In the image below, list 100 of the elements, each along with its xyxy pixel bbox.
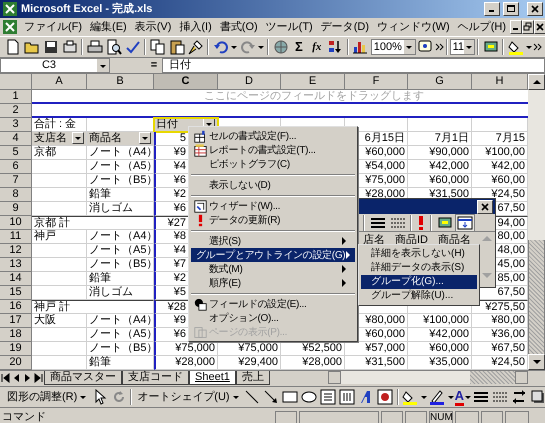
row-header[interactable]: 9 bbox=[0, 202, 32, 216]
cell-text: ¥9 bbox=[174, 146, 186, 159]
field-button[interactable]: 商品名 bbox=[438, 234, 471, 246]
column-header[interactable]: G bbox=[408, 74, 472, 90]
menu-item[interactable]: オプション(O)... bbox=[191, 311, 355, 325]
equals-button[interactable]: = bbox=[150, 58, 158, 73]
function-button[interactable]: fx bbox=[308, 37, 326, 57]
cell-text: ¥60,000 bbox=[365, 146, 405, 159]
cell-text: ¥6 bbox=[174, 174, 186, 187]
cell-text: ¥36,00 bbox=[491, 328, 525, 341]
name-box[interactable]: C3 bbox=[0, 58, 110, 73]
sheet-tab[interactable]: 売上 bbox=[236, 370, 270, 384]
cell-text: ノート（A4） bbox=[89, 314, 158, 327]
menu-item[interactable]: フィールドの設定(E)... bbox=[191, 297, 355, 311]
menu-item[interactable]: グループ化(G)... bbox=[361, 275, 477, 289]
row-header[interactable]: 8 bbox=[0, 188, 32, 202]
column-header[interactable]: C bbox=[154, 74, 218, 90]
cell-text: ¥42,000 bbox=[429, 160, 469, 173]
cell-text: 67,50 bbox=[497, 202, 525, 215]
menu-item[interactable]: 編集(E) bbox=[86, 19, 131, 35]
formula-field[interactable]: 日付 bbox=[162, 58, 545, 73]
row-header[interactable]: 15 bbox=[0, 286, 32, 300]
field-button[interactable]: 店名 bbox=[363, 234, 385, 246]
row-header[interactable]: 7 bbox=[0, 174, 32, 188]
menu-item[interactable]: グループとアウトラインの設定(G) bbox=[191, 248, 355, 262]
row-header[interactable]: 14 bbox=[0, 272, 32, 286]
cell-text: ノート（A5） bbox=[89, 244, 158, 257]
menu-item[interactable]: 選択(S) bbox=[191, 234, 355, 248]
cell-text: 67,50 bbox=[497, 286, 525, 299]
menu-item[interactable]: セルの書式設定(F)... bbox=[191, 129, 355, 143]
cell-text: 7月1日 bbox=[434, 132, 469, 145]
menu-item[interactable]: データの更新(R) bbox=[191, 213, 355, 227]
cell-text: 48,00 bbox=[497, 244, 525, 257]
menu-item[interactable]: ツール(T) bbox=[262, 19, 317, 35]
cell-text: 6月15日 bbox=[364, 132, 405, 145]
row-header[interactable]: 12 bbox=[0, 244, 32, 258]
column-header[interactable]: D bbox=[218, 74, 281, 90]
row-header[interactable]: 20 bbox=[0, 356, 32, 370]
column-header[interactable]: B bbox=[87, 74, 154, 90]
menu-item[interactable]: レポートの書式設定(T)... bbox=[191, 143, 355, 157]
row-header[interactable]: 19 bbox=[0, 342, 32, 356]
menu-item[interactable]: 数式(M) bbox=[191, 262, 355, 276]
sheet-tab[interactable]: Sheet1 bbox=[189, 370, 236, 384]
cell-text: ¥29,400 bbox=[238, 356, 278, 369]
row-header[interactable]: 13 bbox=[0, 258, 32, 272]
autoshapes-button[interactable]: オートシェイプ(U) bbox=[134, 388, 243, 406]
cell-text: ¥24,50 bbox=[491, 356, 525, 369]
menu-item[interactable]: ウィンドウ(W) bbox=[373, 19, 454, 35]
menu-item[interactable]: グループ解除(U)... bbox=[361, 289, 477, 303]
column-header[interactable]: E bbox=[281, 74, 345, 90]
row-header[interactable]: 10 bbox=[0, 216, 32, 230]
cell-text: ¥80,00 bbox=[491, 314, 525, 327]
menu-item[interactable]: 詳細を表示しない(H) bbox=[361, 247, 477, 261]
menu-item[interactable]: 順序(E) bbox=[191, 276, 355, 290]
row-header[interactable]: 1 bbox=[0, 90, 32, 104]
menu-item[interactable]: ピボットグラフ(C) bbox=[191, 157, 355, 171]
column-header[interactable]: A bbox=[32, 74, 87, 90]
menu-item[interactable]: 詳細データの表示(S) bbox=[361, 261, 477, 275]
draw-menu-button[interactable]: 図形の調整(R) bbox=[4, 388, 90, 406]
font-color-button[interactable]: A bbox=[454, 388, 464, 406]
cell-text: ¥90,000 bbox=[429, 146, 469, 159]
column-header[interactable]: F bbox=[345, 74, 408, 90]
menu-item[interactable]: 書式(O) bbox=[216, 19, 262, 35]
cell-text: 大阪 bbox=[34, 314, 56, 327]
column-header[interactable]: H bbox=[472, 74, 528, 90]
cell-text: ¥35,000 bbox=[429, 356, 469, 369]
row-header[interactable]: 5 bbox=[0, 146, 32, 160]
field-button[interactable]: 商品ID bbox=[395, 234, 428, 246]
cell-text: 94,00 bbox=[497, 216, 525, 230]
row-header[interactable]: 6 bbox=[0, 160, 32, 174]
cell-text: ¥60,00 bbox=[491, 174, 525, 187]
num-lock-indicator: NUM bbox=[429, 410, 453, 423]
menu-item[interactable]: 表示しない(D) bbox=[191, 178, 355, 192]
font-size-combo[interactable]: 11 bbox=[450, 39, 475, 55]
row-header[interactable]: 18 bbox=[0, 328, 32, 342]
cell-text: ¥67,50 bbox=[491, 342, 525, 355]
row-header[interactable]: 11 bbox=[0, 230, 32, 244]
cell-text: 京都 計 bbox=[34, 216, 70, 230]
pivot-field-cell[interactable]: 商品名 bbox=[87, 132, 154, 146]
row-header[interactable]: 4 bbox=[0, 132, 32, 146]
row-header[interactable]: 17 bbox=[0, 314, 32, 328]
cell-text: ¥75,000 bbox=[175, 342, 215, 355]
cell-text: 鉛筆 bbox=[89, 272, 111, 285]
autosum-button[interactable]: Σ bbox=[290, 37, 308, 57]
cell-text: ¥54,000 bbox=[365, 160, 405, 173]
menu-item[interactable]: データ(D) bbox=[316, 19, 373, 35]
menu-item[interactable]: 表示(V) bbox=[130, 19, 176, 35]
menu-item[interactable]: 挿入(I) bbox=[175, 19, 216, 35]
pivot-field-cell[interactable]: 支店名 bbox=[32, 132, 87, 146]
row-header[interactable]: 16 bbox=[0, 300, 32, 314]
menu-item[interactable]: ウィザード(W)... bbox=[191, 199, 355, 213]
row-header[interactable]: 3 bbox=[0, 118, 32, 132]
sheet-tab[interactable]: 商品マスター bbox=[44, 370, 122, 384]
sheet-tab[interactable]: 支店コード bbox=[122, 370, 189, 384]
zoom-combo[interactable]: 100% bbox=[370, 39, 416, 55]
cell-text: ¥31,500 bbox=[429, 188, 469, 201]
cell-text: 合計 : 金 bbox=[34, 118, 76, 131]
menu-item[interactable]: ファイル(F) bbox=[20, 19, 86, 35]
row-header[interactable]: 2 bbox=[0, 104, 32, 118]
menu-item[interactable]: ヘルプ(H) bbox=[454, 19, 510, 35]
